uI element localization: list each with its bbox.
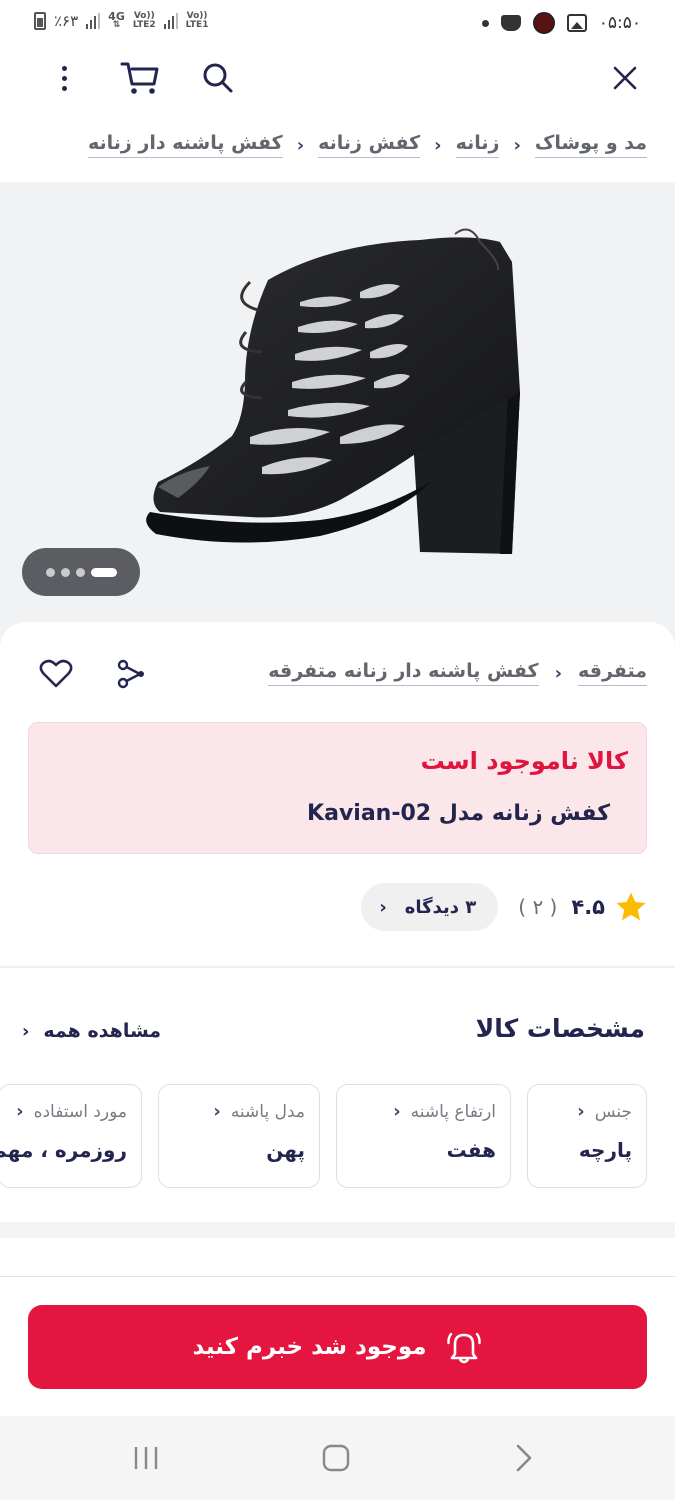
cart-button[interactable] bbox=[116, 54, 164, 102]
spec-card-material[interactable]: جنس ‹ پارچه bbox=[527, 1084, 647, 1188]
search-icon bbox=[203, 63, 233, 93]
spec-value: پارچه bbox=[578, 1138, 632, 1162]
chevron-left-icon: ‹ bbox=[434, 134, 442, 156]
spec-card-heel-type[interactable]: مدل پاشنه ‹ پهن bbox=[158, 1084, 320, 1188]
network-indicator-1: 4G ⇅ bbox=[108, 10, 125, 30]
home-icon bbox=[322, 1444, 350, 1472]
image-icon bbox=[566, 14, 587, 32]
product-title: کفش زنانه مدل Kavian-02 bbox=[307, 801, 610, 826]
chevron-left-icon: ‹ bbox=[16, 1101, 24, 1122]
breadcrumb-item-fashion[interactable]: مد و پوشاک bbox=[534, 132, 647, 158]
more-button[interactable] bbox=[40, 54, 88, 102]
stock-status: کالا ناموجود است bbox=[420, 747, 628, 775]
rating-value: ۴.۵ bbox=[571, 895, 605, 919]
chevron-left-icon: ‹ bbox=[577, 1101, 585, 1122]
app-notification-icon bbox=[532, 12, 555, 34]
breadcrumb: مد و پوشاک ‹ زنانه ‹ کفش زنانه ‹ کفش پاش… bbox=[87, 132, 647, 158]
share-button[interactable] bbox=[108, 650, 156, 698]
favorite-button[interactable] bbox=[32, 650, 80, 698]
signal-icon bbox=[86, 13, 101, 29]
pager-dot bbox=[45, 567, 55, 577]
star-icon bbox=[616, 892, 646, 921]
close-icon bbox=[613, 66, 637, 90]
spec-value: روزمره ، مهمانی bbox=[0, 1138, 127, 1162]
pager-dot bbox=[75, 567, 85, 577]
system-nav-bar bbox=[0, 1416, 675, 1500]
home-button[interactable] bbox=[306, 1434, 366, 1482]
chevron-left-icon: ‹ bbox=[213, 1101, 221, 1122]
chevron-left-icon: ‹ bbox=[22, 1020, 30, 1042]
network-indicator-lte2: Vo)) LTE2 bbox=[132, 11, 156, 30]
product-sheet: متفرقه ‹ کفش پاشنه دار زنانه متفرقه کالا… bbox=[0, 622, 675, 1222]
stock-alert-box: کالا ناموجود است کفش زنانه مدل Kavian-02 bbox=[28, 722, 647, 854]
chevron-left-icon: ‹ bbox=[379, 896, 387, 918]
battery-icon bbox=[34, 12, 46, 30]
reviews-button[interactable]: ۳ دیدگاه ‹ bbox=[361, 883, 499, 931]
spec-label: مورد استفاده bbox=[33, 1101, 127, 1122]
spec-cards: جنس ‹ پارچه ارتفاع پاشنه ‹ هفت مدل پاشنه ‹ … bbox=[0, 1084, 647, 1188]
basket-icon bbox=[500, 15, 521, 31]
battery-percent: ٪۶۳ bbox=[54, 12, 79, 30]
search-button[interactable] bbox=[194, 54, 242, 102]
spec-card-usage[interactable]: مورد استفاده ‹ روزمره ، مهمانی bbox=[0, 1084, 142, 1188]
section-gap bbox=[0, 1222, 675, 1238]
divider bbox=[0, 1276, 675, 1277]
signal-icon-2 bbox=[163, 13, 178, 29]
pager-dot-active bbox=[90, 567, 117, 577]
share-icon bbox=[117, 659, 144, 689]
more-vertical-icon bbox=[61, 65, 67, 71]
recents-icon bbox=[134, 1447, 158, 1469]
status-left: ٪۶۳ 4G ⇅ Vo)) LTE2 Vo)) LTE1 bbox=[34, 10, 209, 30]
bottom-action-bar: موجود شد خبرم کنید bbox=[0, 1238, 675, 1416]
notification-dot-icon bbox=[481, 19, 489, 27]
network-indicator-lte1: Vo)) LTE1 bbox=[185, 11, 209, 30]
gallery-pager[interactable] bbox=[22, 548, 140, 596]
spec-label: ارتفاع پاشنه bbox=[410, 1101, 496, 1122]
chevron-left-icon: ‹ bbox=[554, 662, 563, 684]
section-divider bbox=[0, 966, 675, 968]
rating-count: ( ۲ ) bbox=[518, 895, 558, 919]
clock: ۰۵:۵۰ bbox=[598, 13, 641, 33]
cart-icon bbox=[120, 62, 159, 94]
chevron-left-icon: ‹ bbox=[513, 134, 521, 156]
notify-when-available-button[interactable]: موجود شد خبرم کنید bbox=[28, 1305, 647, 1389]
close-button[interactable] bbox=[601, 54, 649, 102]
breadcrumb-item-women-shoes[interactable]: کفش زنانه bbox=[318, 132, 421, 158]
heart-icon bbox=[39, 659, 73, 688]
back-button[interactable] bbox=[494, 1434, 554, 1482]
top-toolbar bbox=[0, 50, 675, 106]
notify-label: موجود شد خبرم کنید bbox=[192, 1334, 427, 1360]
brand-link[interactable]: متفرقه bbox=[578, 660, 647, 686]
spec-label: مدل پاشنه bbox=[230, 1101, 305, 1122]
spec-value: پهن bbox=[266, 1138, 305, 1162]
product-category-row: متفرقه ‹ کفش پاشنه دار زنانه متفرقه bbox=[268, 660, 647, 686]
spec-value: هفت bbox=[446, 1138, 496, 1162]
chevron-left-icon: ‹ bbox=[393, 1101, 401, 1122]
specs-title: مشخصات کالا bbox=[475, 1014, 645, 1043]
category-link[interactable]: کفش پاشنه دار زنانه متفرقه bbox=[268, 660, 539, 686]
product-gallery[interactable] bbox=[0, 182, 675, 652]
status-right: ۰۵:۵۰ bbox=[481, 12, 641, 34]
chevron-left-icon: ‹ bbox=[296, 134, 305, 156]
back-icon bbox=[516, 1444, 532, 1472]
see-all-specs-link[interactable]: مشاهده همه ‹ bbox=[22, 1020, 161, 1042]
breadcrumb-item-heeled-shoes[interactable]: کفش پاشنه دار زنانه bbox=[87, 132, 283, 158]
see-all-label: مشاهده همه bbox=[43, 1020, 162, 1042]
reviews-label: ۳ دیدگاه bbox=[404, 896, 477, 918]
status-bar: ٪۶۳ 4G ⇅ Vo)) LTE2 Vo)) LTE1 ۰۵:۵۰ bbox=[0, 0, 675, 50]
bell-icon bbox=[447, 1332, 482, 1364]
recents-button[interactable] bbox=[116, 1434, 176, 1482]
spec-card-heel-height[interactable]: ارتفاع پاشنه ‹ هفت bbox=[336, 1084, 511, 1188]
pager-dot bbox=[60, 567, 70, 577]
spec-label: جنس bbox=[594, 1101, 632, 1122]
breadcrumb-item-women[interactable]: زنانه bbox=[455, 132, 500, 158]
rating-row: ۴.۵ ( ۲ ) ۳ دیدگاه ‹ bbox=[361, 880, 647, 934]
